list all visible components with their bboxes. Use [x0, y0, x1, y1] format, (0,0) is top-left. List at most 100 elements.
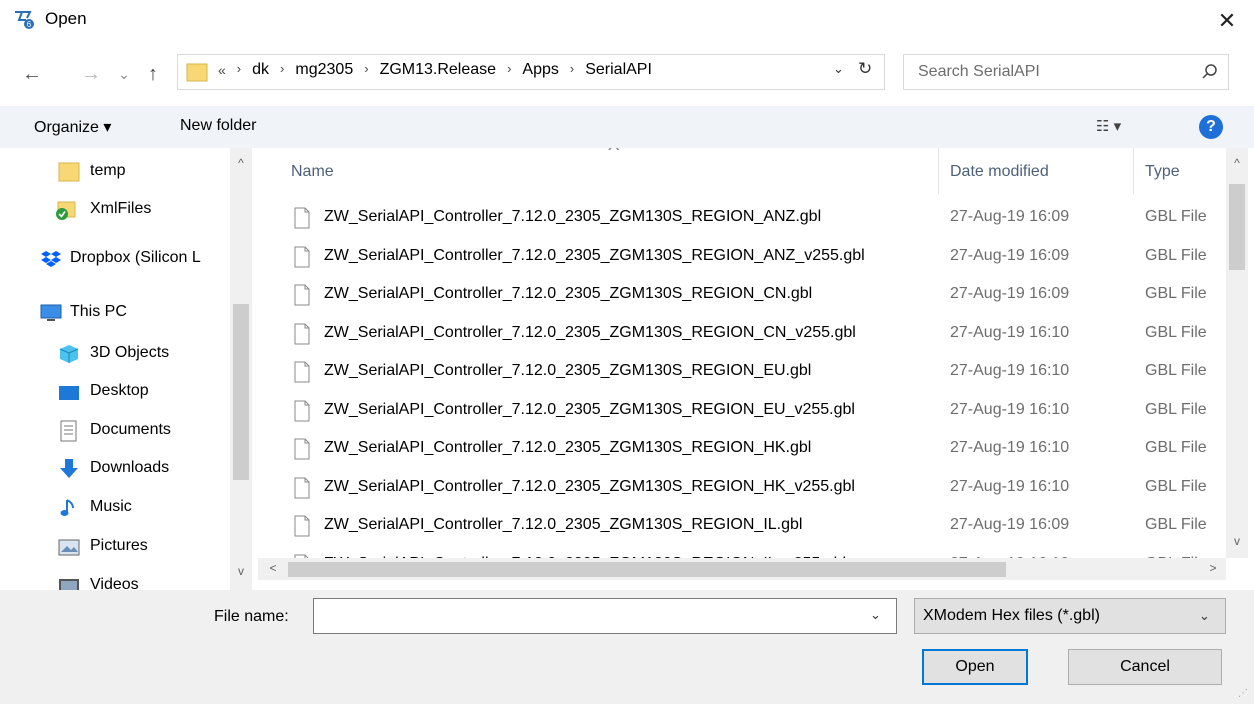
sidebar-item-label: temp [90, 162, 126, 179]
sidebar-item-3d-objects[interactable]: 3D Objects [0, 335, 232, 373]
sidebar-item-temp[interactable]: temp [0, 153, 232, 191]
file-type: GBL File [1145, 208, 1207, 225]
cancel-button[interactable]: Cancel [1068, 649, 1222, 685]
app-icon: 6 [14, 10, 36, 30]
scroll-up-arrow[interactable]: ^ [230, 156, 252, 170]
breadcrumb-item[interactable]: SerialAPI [585, 61, 652, 79]
file-date-modified: 27-Aug-19 16:09 [950, 208, 1070, 225]
file-list-horizontal-scrollbar[interactable]: < > [258, 558, 1226, 580]
chevron-down-icon[interactable]: ⌄ [870, 607, 881, 623]
new-folder-button[interactable]: New folder [180, 117, 256, 135]
search-box[interactable] [903, 54, 1229, 90]
file-date-modified: 27-Aug-19 16:09 [950, 246, 1070, 264]
file-type: GBL File [1145, 516, 1207, 533]
breadcrumb-separator: › [236, 61, 242, 76]
file-date-modified: 27-Aug-19 16:10 [950, 400, 1070, 418]
sidebar-item-music[interactable]: Music [0, 489, 232, 527]
sidebar-item-this-pc[interactable]: This PC [0, 294, 232, 332]
file-row[interactable]: ZW_SerialAPI_Controller_7.12.0_2305_ZGM1… [258, 429, 1226, 468]
file-type: GBL File [1145, 400, 1207, 418]
breadcrumb-item[interactable]: ZGM13.Release [380, 61, 497, 79]
file-row[interactable]: ZW_SerialAPI_Controller_7.12.0_2305_ZGM1… [258, 237, 1226, 276]
refresh-icon[interactable]: ↻ [858, 59, 872, 79]
file-row[interactable]: ZW_SerialAPI_Controller_7.12.0_2305_ZGM1… [258, 352, 1226, 391]
open-button[interactable]: Open [922, 649, 1028, 685]
file-icon [294, 515, 310, 537]
folder-icon [186, 61, 208, 83]
file-row[interactable]: ZW_SerialAPI_Controller_7.12.0_2305_ZGM1… [258, 275, 1226, 314]
scroll-right-arrow[interactable]: > [1202, 561, 1224, 575]
organize-button[interactable]: Organize ▾ [34, 117, 111, 137]
sidebar-item-downloads[interactable]: Downloads [0, 450, 232, 488]
forward-button[interactable]: → [77, 60, 105, 88]
file-row[interactable]: ZW_SerialAPI_Controller_7.12.0_2305_ZGM1… [258, 468, 1226, 507]
scroll-down-arrow[interactable]: v [1226, 534, 1248, 548]
address-bar[interactable]: « › dk › mg2305 › ZGM13.Release › Apps ›… [177, 54, 885, 90]
column-divider[interactable] [1133, 148, 1134, 194]
scroll-up-arrow[interactable]: ^ [1226, 156, 1248, 170]
file-row[interactable]: ZW_SerialAPI_Controller_7.12.0_2305_ZGM1… [258, 198, 1226, 237]
file-date-modified: 27-Aug-19 16:09 [950, 516, 1070, 533]
file-date-modified: 27-Aug-19 16:09 [950, 285, 1070, 302]
sidebar-item-videos[interactable]: Videos [0, 567, 232, 590]
file-type: GBL File [1145, 246, 1207, 264]
scrollbar-thumb[interactable] [288, 562, 1006, 577]
file-type: GBL File [1145, 477, 1207, 495]
sidebar-item-label: This PC [70, 303, 127, 320]
recent-locations-button[interactable]: ⌄ [110, 60, 138, 88]
file-name: ZW_SerialAPI_Controller_7.12.0_2305_ZGM1… [324, 400, 855, 418]
breadcrumb-item[interactable]: Apps [522, 61, 558, 79]
search-icon[interactable] [1200, 62, 1220, 82]
column-header-date-modified[interactable]: Date modified [950, 163, 1049, 181]
file-row[interactable]: ZW_SerialAPI_Controller_7.12.0_2305_ZGM1… [258, 545, 1226, 558]
file-row[interactable]: ZW_SerialAPI_Controller_7.12.0_2305_ZGM1… [258, 314, 1226, 353]
address-dropdown-button[interactable]: ⌄ [833, 61, 844, 77]
chevron-down-icon[interactable]: ⌄ [1199, 608, 1210, 624]
file-name-label: File name: [214, 608, 289, 625]
file-type: GBL File [1145, 362, 1207, 379]
column-header-name[interactable]: Name [291, 163, 334, 181]
close-button[interactable]: ✕ [1212, 6, 1242, 36]
file-type-filter-value: XModem Hex files (*.gbl) [923, 607, 1100, 624]
help-icon[interactable]: ? [1199, 115, 1223, 139]
sidebar-item-dropbox[interactable]: Dropbox (Silicon L [0, 240, 232, 278]
dropbox-icon [40, 248, 62, 270]
scroll-left-arrow[interactable]: < [262, 561, 284, 575]
file-row[interactable]: ZW_SerialAPI_Controller_7.12.0_2305_ZGM1… [258, 506, 1226, 545]
3d-objects-icon [58, 343, 80, 365]
sidebar-item-pictures[interactable]: Pictures [0, 528, 232, 566]
file-icon [294, 438, 310, 460]
column-divider[interactable] [938, 148, 939, 194]
file-name-input[interactable] [320, 605, 864, 625]
breadcrumb-item[interactable]: mg2305 [295, 61, 353, 79]
file-row[interactable]: ZW_SerialAPI_Controller_7.12.0_2305_ZGM1… [258, 391, 1226, 430]
breadcrumb-separator: › [569, 61, 575, 76]
sidebar-item-documents[interactable]: Documents [0, 412, 232, 450]
sidebar-item-desktop[interactable]: Desktop [0, 373, 232, 411]
scrollbar-thumb[interactable] [233, 304, 249, 480]
file-list-vertical-scrollbar[interactable]: ^ v [1226, 148, 1248, 558]
sort-indicator: ^ [608, 148, 620, 159]
scroll-down-arrow[interactable]: v [230, 564, 252, 578]
column-header-type[interactable]: Type [1145, 163, 1180, 181]
breadcrumb-overflow[interactable]: « [218, 62, 226, 79]
up-button[interactable]: ↑ [139, 60, 167, 88]
dialog-footer: File name: ⌄ XModem Hex files (*.gbl) ⌄ … [0, 590, 1254, 704]
back-button[interactable]: ← [18, 60, 46, 88]
resize-grip[interactable]: ⋰ [1238, 688, 1248, 699]
search-input[interactable] [916, 62, 1190, 82]
sidebar-scrollbar[interactable]: ^ v [230, 148, 252, 590]
file-name: ZW_SerialAPI_Controller_7.12.0_2305_ZGM1… [324, 477, 855, 495]
file-type: GBL File [1145, 323, 1207, 341]
file-name: ZW_SerialAPI_Controller_7.12.0_2305_ZGM1… [324, 323, 856, 341]
breadcrumb-separator: › [280, 61, 285, 76]
file-name-combobox[interactable]: ⌄ [313, 598, 897, 634]
file-name: ZW_SerialAPI_Controller_7.12.0_2305_ZGM1… [324, 516, 803, 533]
file-type-filter-select[interactable]: XModem Hex files (*.gbl) ⌄ [914, 598, 1226, 634]
pictures-icon [58, 536, 80, 558]
file-icon [294, 361, 310, 383]
breadcrumb-item[interactable]: dk [252, 61, 269, 79]
sidebar-item-xmlfiles[interactable]: XmlFiles [0, 191, 232, 229]
view-options-button[interactable]: ☷ ▾ [1096, 117, 1121, 135]
scrollbar-thumb[interactable] [1229, 184, 1245, 270]
